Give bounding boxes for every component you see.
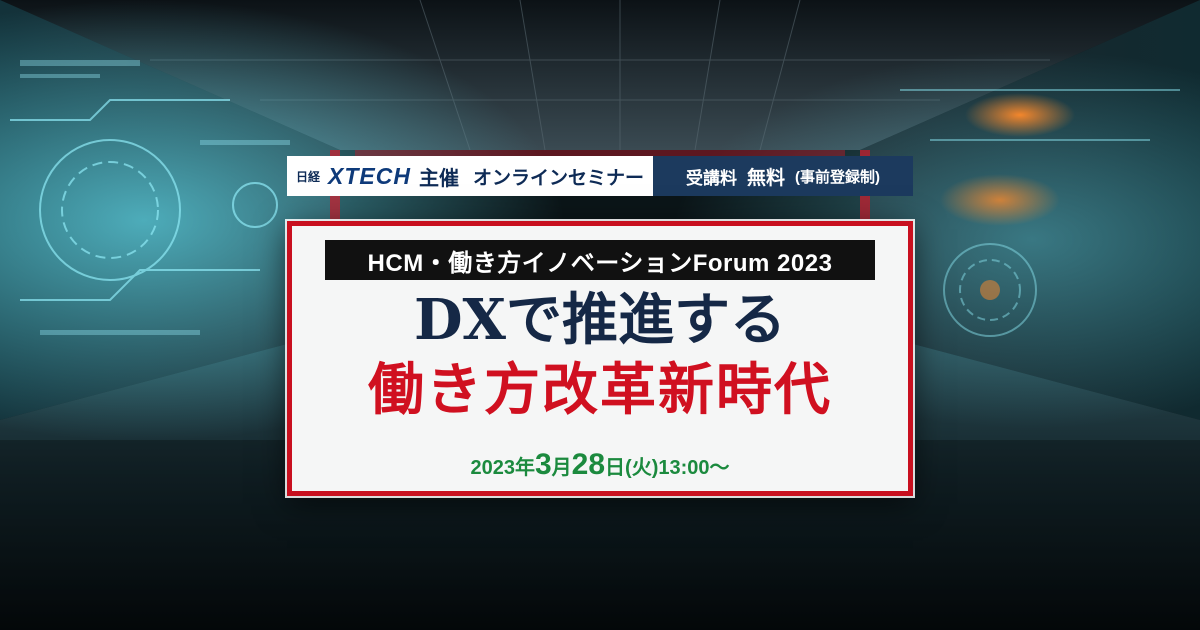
fee-note: (事前登録制) — [795, 168, 880, 186]
title-line-2: 働き方改革新時代 — [368, 357, 832, 423]
brand-prefix: 日経 — [296, 169, 321, 184]
host-label: 主催 — [418, 167, 459, 190]
date-year-unit: 年 — [514, 457, 535, 479]
date-day-unit: 日 — [605, 457, 626, 479]
fee-label: 受講料 — [685, 168, 737, 188]
fee-panel: 受講料 無料 (事前登録制) — [653, 156, 913, 196]
event-kind: オンラインセミナー — [472, 167, 644, 189]
brand-logo: XTECH — [328, 162, 411, 189]
title-line-1: DXで推進する — [413, 287, 786, 353]
date-time: 13:00〜 — [658, 457, 730, 479]
date-day: 28 — [571, 448, 606, 481]
date-month-unit: 月 — [551, 457, 572, 479]
fee-value: 無料 — [746, 167, 785, 189]
forum-name-badge: HCM・働き方イノベーションForum 2023 — [325, 240, 875, 280]
event-date: 2023年3月28日(火)13:00〜 — [292, 448, 908, 482]
banner-stage: 日経 XTECH 主催 オンラインセミナー 受講料 無料 (事前登録制) HCM… — [0, 0, 1200, 630]
event-card: HCM・働き方イノベーションForum 2023 DXで推進する 働き方改革新時… — [287, 221, 913, 496]
date-year: 2023 — [470, 457, 515, 479]
event-info-bar: 日経 XTECH 主催 オンラインセミナー 受講料 無料 (事前登録制) — [287, 156, 913, 196]
date-month: 3 — [534, 448, 552, 481]
organizer-panel: 日経 XTECH 主催 オンラインセミナー — [287, 156, 653, 196]
date-weekday: (火) — [625, 457, 659, 479]
